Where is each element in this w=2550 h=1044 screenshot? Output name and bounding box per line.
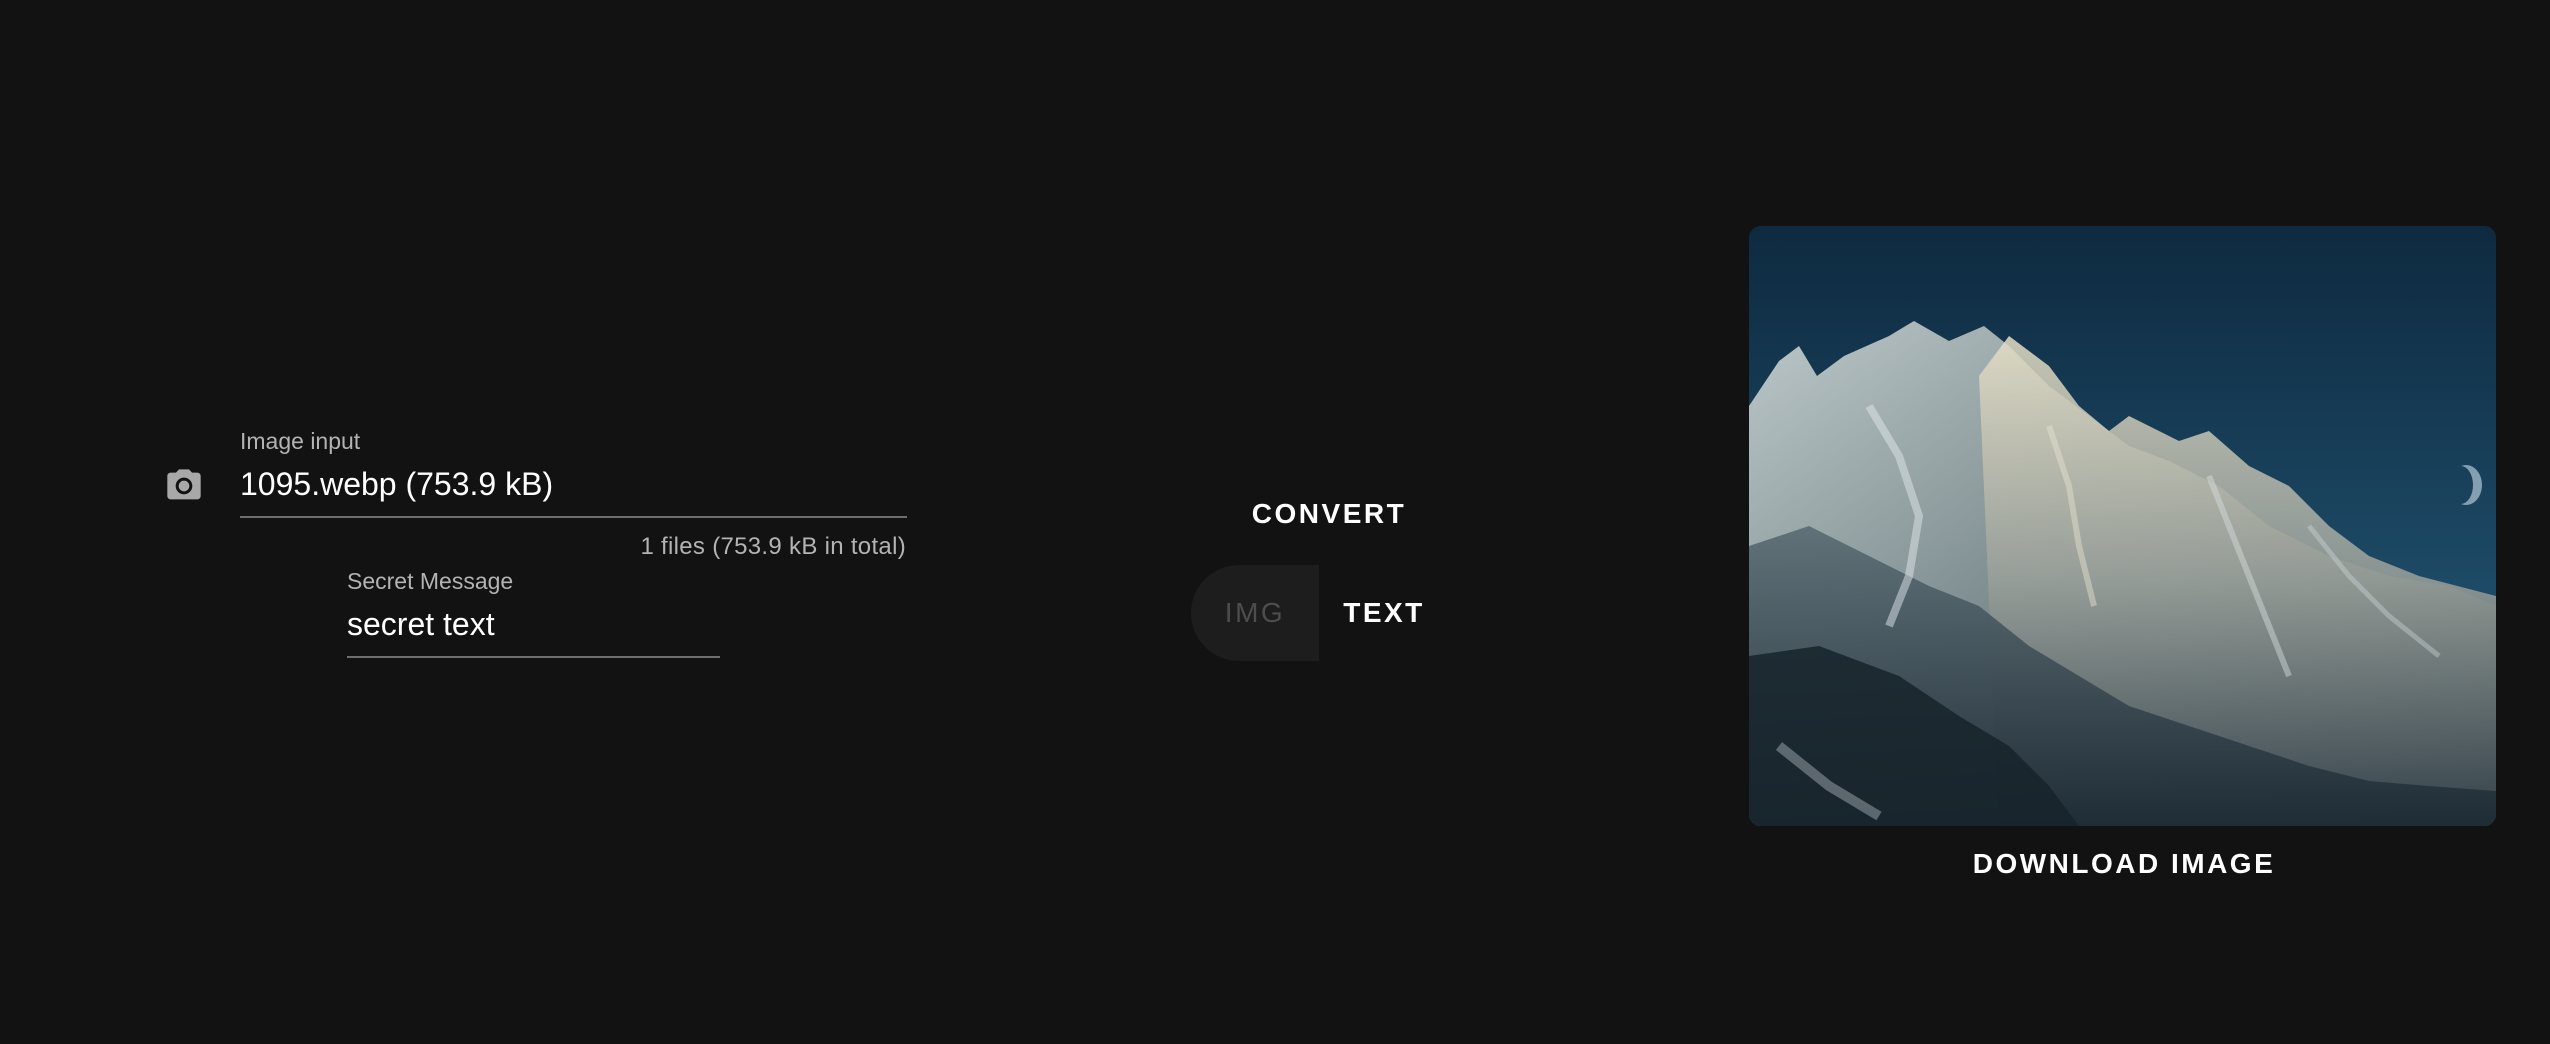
download-image-button[interactable]: DOWNLOAD IMAGE	[1960, 842, 2288, 886]
steganography-page: Image input 1095.webp (753.9 kB) 1 files…	[0, 0, 2550, 1044]
secret-message-underline	[347, 656, 720, 658]
secret-message-value[interactable]: secret text	[347, 606, 495, 643]
camera-icon[interactable]	[163, 466, 205, 506]
image-input-value: 1095.webp (753.9 kB)	[240, 466, 554, 502]
image-input-underline	[240, 516, 907, 518]
mode-toggle-group: IMG TEXT	[1191, 565, 1449, 661]
secret-message-field[interactable]: Secret Message secret text	[347, 564, 720, 658]
toggle-text-button[interactable]: TEXT	[1319, 565, 1449, 661]
mountain-image	[1749, 226, 2496, 826]
file-count-hint: 1 files (753.9 kB in total)	[640, 533, 906, 560]
convert-button[interactable]: CONVERT	[1238, 492, 1420, 536]
image-preview	[1749, 226, 2496, 826]
toggle-img-button[interactable]: IMG	[1191, 565, 1319, 661]
secret-message-label: Secret Message	[347, 568, 514, 594]
image-file-input[interactable]: Image input 1095.webp (753.9 kB)	[240, 424, 907, 518]
image-input-label: Image input	[240, 428, 361, 454]
